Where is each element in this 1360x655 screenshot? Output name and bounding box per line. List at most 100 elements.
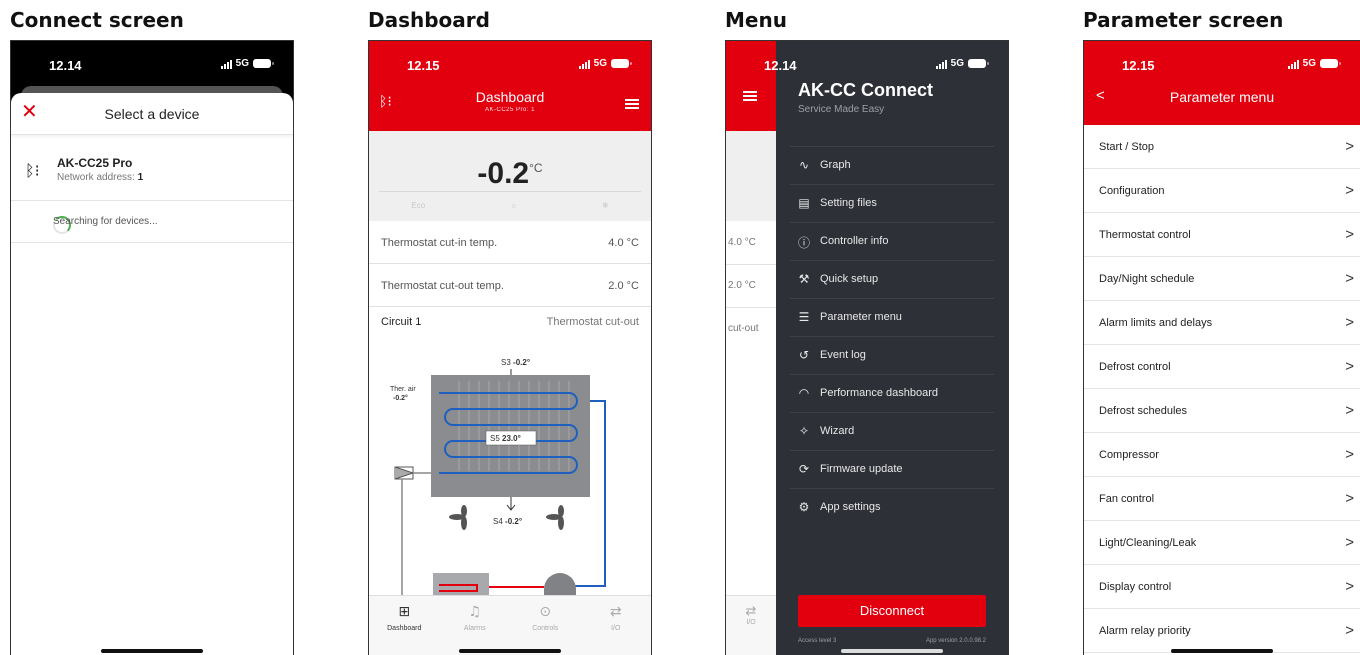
history-icon: ↺ [798, 348, 810, 362]
parameter-screen: 12.15 5G < Parameter menu Start / Stop > … [1083, 40, 1360, 655]
sheet-title: Select a device [104, 106, 200, 122]
row-value: 4.0 °C [608, 237, 639, 249]
page-subtitle: AK-CC25 Pro: 1 [484, 107, 536, 113]
controls-icon: ⊙ [539, 604, 552, 620]
cooling-mode-icon: ❄ [601, 201, 609, 210]
refresh-icon: ⟳ [798, 462, 810, 476]
circuit-label: Circuit 1 [381, 316, 422, 328]
menu-item-app-settings[interactable]: ⚙ App settings [790, 488, 994, 526]
home-indicator [459, 649, 561, 653]
param-item-thermostat-control[interactable]: Thermostat control > [1084, 213, 1360, 257]
cut-out-row[interactable]: Thermostat cut-out temp. 2.0 °C [369, 264, 651, 307]
status-bar: 12.15 5G [369, 41, 651, 85]
param-item-compressor[interactable]: Compressor > [1084, 433, 1360, 477]
chevron-right-icon: > [1345, 358, 1354, 375]
row-value: 2.0 °C [608, 280, 639, 292]
arrows-icon: ⇄ [609, 604, 622, 620]
page-title: Dashboard [475, 89, 545, 105]
menu-item-controller-info[interactable]: ⓘ Controller info [790, 222, 994, 260]
menu-item-graph[interactable]: ∿ Graph [790, 146, 994, 184]
menu-item-quick-setup[interactable]: ⚒ Quick setup [790, 260, 994, 298]
hamburger-menu-icon[interactable] [743, 91, 757, 101]
chevron-right-icon: > [1345, 534, 1354, 551]
tab-alarms[interactable]: ♫ Alarms [440, 596, 511, 655]
param-item-alarm-relay-priority[interactable]: Alarm relay priority > [1084, 609, 1360, 653]
file-icon: ▤ [798, 196, 810, 210]
background-value: cut-out [728, 323, 759, 334]
hamburger-menu-icon[interactable] [625, 99, 639, 109]
defrost-mode-icon: ☼ [509, 201, 518, 210]
param-item-alarm-limits[interactable]: Alarm limits and delays > [1084, 301, 1360, 345]
circuit-state: Thermostat cut-out [546, 316, 639, 328]
chevron-right-icon: > [1345, 314, 1354, 331]
param-item-fan-control[interactable]: Fan control > [1084, 477, 1360, 521]
param-item-display-control[interactable]: Display control > [1084, 565, 1360, 609]
menu-item-setting-files[interactable]: ▤ Setting files [790, 184, 994, 222]
signal-icon [935, 59, 947, 69]
device-address: Network address: 1 [57, 172, 144, 183]
menu-item-performance-dashboard[interactable]: ◠ Performance dashboard [790, 374, 994, 412]
air-sensor-value: -0.2° [393, 394, 408, 402]
bell-icon: ♫ [468, 604, 482, 620]
tab-controls[interactable]: ⊙ Controls [510, 596, 581, 655]
s3-sensor-label: S3 -0.2° [501, 358, 530, 367]
connect-screen: 12.14 5G ✕ Select a device ᛒ⁝ AK-CC25 Pr… [10, 40, 294, 655]
background-tab-io: ⇄ I/O [726, 595, 776, 655]
status-bar: 12.15 5G [1084, 41, 1360, 85]
grid-icon: ⊞ [398, 604, 411, 620]
menu-item-parameter-menu[interactable]: ☰ Parameter menu [790, 298, 994, 336]
param-item-configuration[interactable]: Configuration > [1084, 169, 1360, 213]
battery-icon [968, 59, 989, 68]
device-sheet: ✕ Select a device ᛒ⁝ AK-CC25 Pro Network… [11, 93, 293, 655]
menu-item-wizard[interactable]: ✧ Wizard [790, 412, 994, 450]
circuit-header: Circuit 1 Thermostat cut-out [381, 316, 639, 328]
mode-indicators: Eco ☼ ❄ [369, 201, 651, 210]
chevron-right-icon: > [1345, 578, 1354, 595]
menu-item-firmware-update[interactable]: ⟳ Firmware update [790, 450, 994, 488]
home-indicator [101, 649, 203, 653]
background-value: 4.0 °C [728, 237, 756, 248]
tab-io[interactable]: ⇄ I/O [581, 596, 652, 655]
device-list-item[interactable]: ᛒ⁝ AK-CC25 Pro Network address: 1 [11, 143, 293, 201]
app-name: AK-CC Connect [798, 80, 933, 100]
param-item-defrost-schedules[interactable]: Defrost schedules > [1084, 389, 1360, 433]
status-bar: 12.14 5G [11, 41, 293, 85]
menu-item-event-log[interactable]: ↺ Event log [790, 336, 994, 374]
gauge-icon: ◠ [798, 386, 810, 400]
s5-sensor-label: S5 23.0° [490, 434, 521, 443]
s4-sensor-label: S4 -0.2° [493, 517, 522, 526]
page-title: Parameter menu [1169, 89, 1275, 105]
graph-icon: ∿ [798, 158, 810, 172]
chevron-right-icon: > [1345, 138, 1354, 155]
network-label: 5G [593, 58, 607, 69]
param-item-light-cleaning-leak[interactable]: Light/Cleaning/Leak > [1084, 521, 1360, 565]
status-time: 12.15 [407, 58, 440, 73]
signal-icon [220, 59, 232, 69]
sheet-header: ✕ Select a device [11, 93, 293, 135]
background-header [726, 41, 776, 131]
chevron-right-icon: > [1345, 446, 1354, 463]
info-icon: ⓘ [797, 236, 810, 250]
status-time: 12.14 [49, 58, 82, 73]
signal-icon [578, 59, 590, 69]
param-item-day-night-schedule[interactable]: Day/Night schedule > [1084, 257, 1360, 301]
searching-row: Searching for devices... [11, 201, 293, 243]
param-item-defrost-control[interactable]: Defrost control > [1084, 345, 1360, 389]
signal-icon [1287, 59, 1299, 69]
row-label: Thermostat cut-out temp. [381, 280, 504, 292]
tab-dashboard[interactable]: ⊞ Dashboard [369, 596, 440, 655]
wrench-icon: ⚒ [798, 272, 810, 286]
chevron-right-icon: > [1345, 622, 1354, 639]
cut-in-row[interactable]: Thermostat cut-in temp. 4.0 °C [369, 221, 651, 264]
bottom-tab-bar: ⊞ Dashboard ♫ Alarms ⊙ Controls ⇄ I/O [369, 595, 651, 655]
section-title-menu: Menu [725, 8, 787, 32]
section-title-parameter: Parameter screen [1083, 8, 1284, 32]
network-label: 5G [235, 58, 249, 69]
disconnect-button[interactable]: Disconnect [798, 595, 986, 627]
air-sensor-label: Ther. air [390, 386, 416, 393]
app-tagline: Service Made Easy [798, 104, 885, 115]
dashboard-screen: 12.15 5G ᛒ⁝ Dashboard AK-CC25 Pro: 1 -0.… [368, 40, 652, 655]
gear-icon: ⚙ [798, 500, 810, 514]
chevron-right-icon: > [1345, 270, 1354, 287]
param-item-start-stop[interactable]: Start / Stop > [1084, 125, 1360, 169]
